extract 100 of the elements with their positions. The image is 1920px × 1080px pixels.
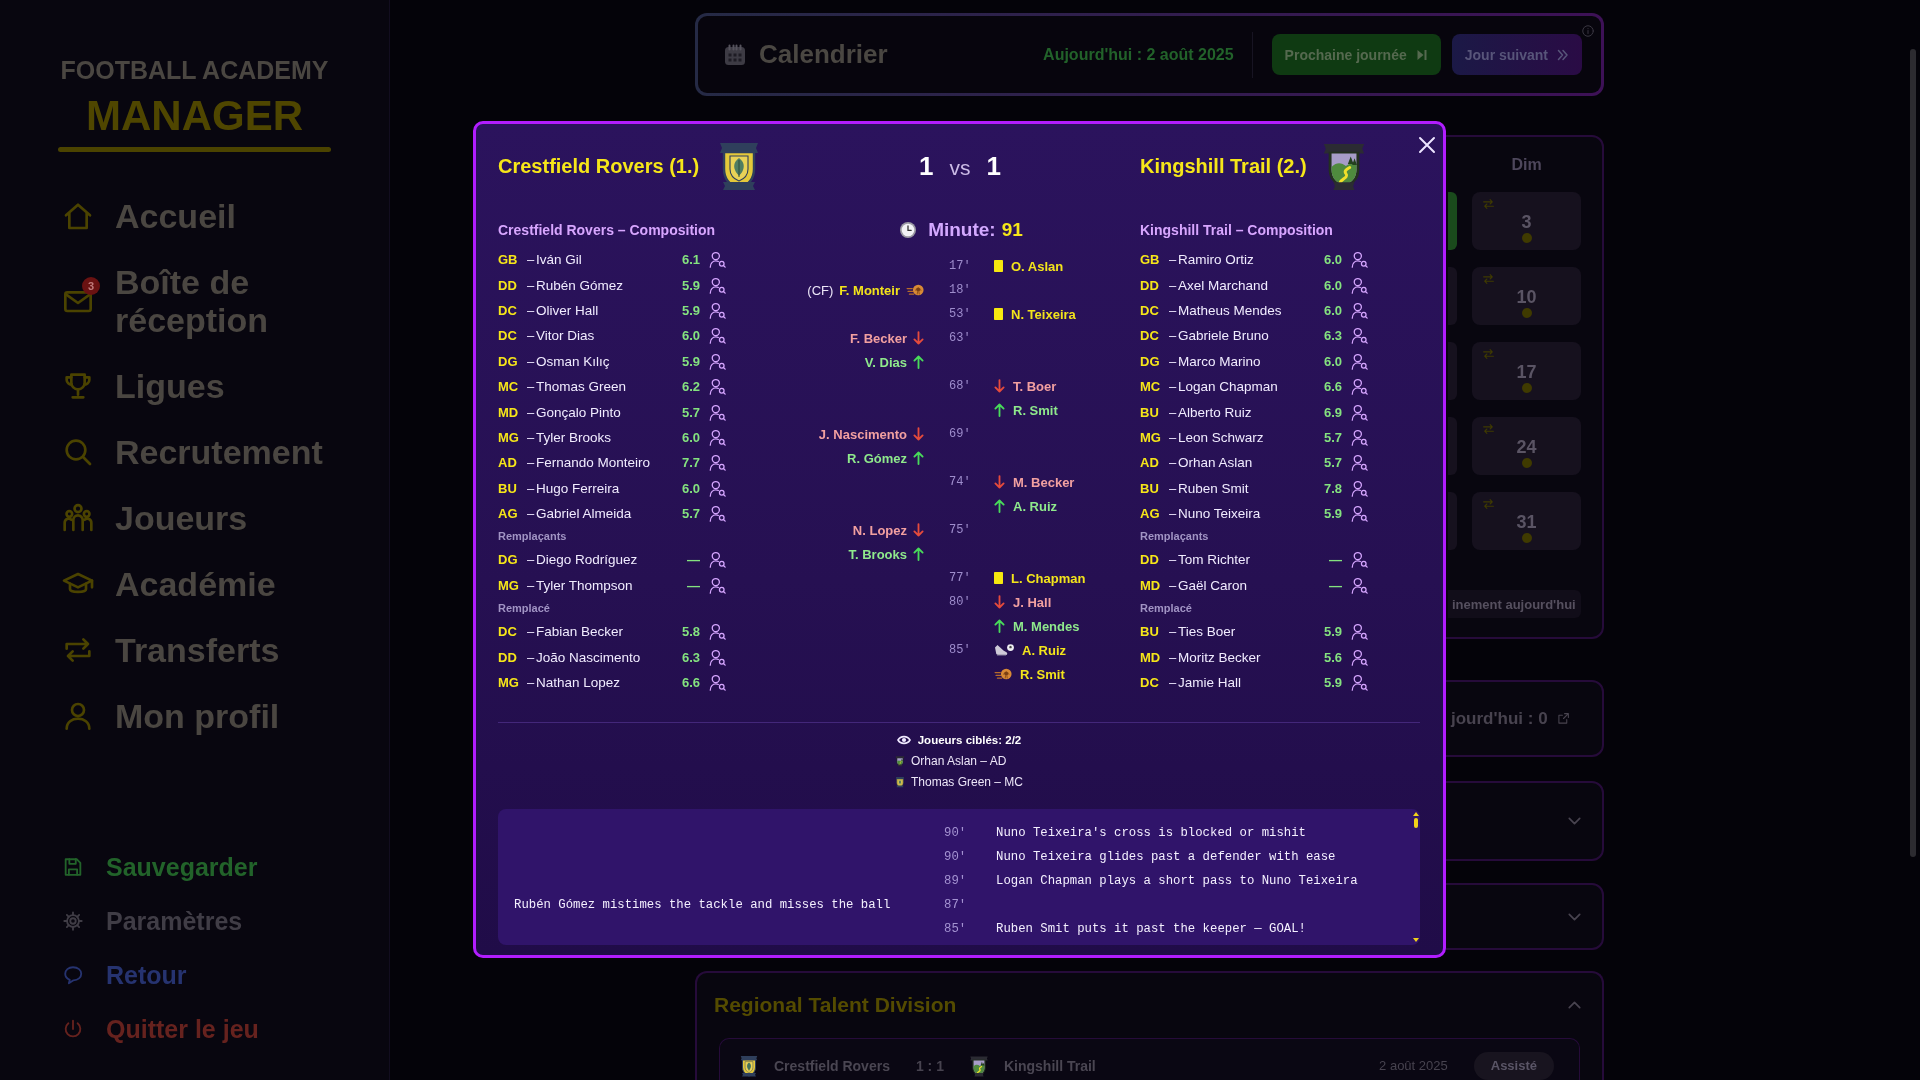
separator: – (527, 277, 536, 293)
nav-item[interactable]: Recrutement (58, 419, 330, 485)
trophy-icon (62, 370, 94, 402)
person-search-icon[interactable] (709, 551, 726, 569)
separator: – (527, 455, 536, 471)
day-number: 31 (1516, 513, 1537, 531)
player-name: Marco Marino (1178, 353, 1262, 369)
person-search-icon[interactable] (1351, 551, 1368, 569)
close-button[interactable] (1418, 136, 1436, 154)
person-search-icon[interactable] (709, 276, 726, 294)
person-search-icon[interactable] (709, 576, 726, 594)
nav-item[interactable]: Joueurs (58, 485, 330, 551)
person-search-icon[interactable] (709, 674, 726, 692)
player-rating: 5.7 (1322, 429, 1342, 445)
person-search-icon[interactable] (709, 301, 726, 319)
menu-link[interactable]: Paramètres (58, 894, 243, 948)
event-player: J. Nascimento (818, 426, 907, 442)
event-player: L. Chapman (1011, 570, 1086, 586)
person-search-icon[interactable] (1351, 454, 1368, 472)
training-button[interactable]: inement aujourd'hui (1448, 590, 1581, 618)
player-rating: 6.3 (1322, 328, 1342, 344)
nav-item[interactable]: Mon profil (58, 683, 330, 749)
player-rating: 5.7 (680, 506, 700, 522)
person-search-icon[interactable] (1351, 276, 1368, 294)
separator: – (1169, 649, 1178, 665)
menu-link[interactable]: Retour (58, 948, 187, 1002)
person-search-icon[interactable] (1351, 479, 1368, 497)
player-position: DG (498, 552, 519, 568)
team-name: Crestfield Rovers (774, 1057, 890, 1076)
event-player: M. Mendes (1013, 618, 1080, 634)
person-search-icon[interactable] (1351, 576, 1368, 594)
event-minute: 69' (948, 427, 972, 441)
person-search-icon[interactable] (1351, 505, 1368, 523)
player-position: DD (498, 649, 518, 665)
person-search-icon[interactable] (709, 327, 726, 345)
day-tile[interactable] (1448, 192, 1457, 250)
player-name: Jamie Hall (1178, 675, 1243, 691)
nav-item[interactable]: Transferts (58, 617, 330, 683)
person-search-icon[interactable] (1351, 648, 1368, 666)
nav-item[interactable]: 3 Boîte de réception (58, 249, 330, 353)
nav-item[interactable]: Accueil (58, 183, 330, 249)
person-search-icon[interactable] (1351, 251, 1368, 269)
person-search-icon[interactable] (1351, 378, 1368, 396)
menu-link[interactable]: Sauvegarder (58, 840, 258, 894)
event-minute: 80' (948, 595, 972, 609)
people-icon (62, 502, 94, 534)
person-search-icon[interactable] (709, 378, 726, 396)
person-search-icon[interactable] (1351, 403, 1368, 421)
arrow-up-icon (994, 403, 1005, 417)
event-minute: 77' (948, 571, 972, 585)
person-search-icon[interactable] (709, 352, 726, 370)
day-tile[interactable]: 17 (1472, 342, 1581, 400)
player-rating: — (1328, 577, 1342, 593)
day-tile[interactable]: 10 (1472, 267, 1581, 325)
targeted-player: Thomas Green – MC (910, 774, 1023, 789)
day-tile[interactable]: 31 (1472, 492, 1581, 550)
menu-link[interactable]: Quitter le jeu (58, 1002, 259, 1056)
person-search-icon[interactable] (709, 454, 726, 472)
player-name: Orhan Aslan (1178, 455, 1254, 471)
swap-arrows-icon (1482, 198, 1495, 210)
person-search-icon[interactable] (709, 479, 726, 497)
event-dot-icon (1521, 458, 1532, 468)
player-name: Gabriele Bruno (1178, 328, 1270, 344)
person-search-icon[interactable] (709, 648, 726, 666)
player-position: MD (1140, 649, 1162, 665)
separator: – (1169, 455, 1178, 471)
person-search-icon[interactable] (1351, 623, 1368, 641)
person-search-icon[interactable] (709, 505, 726, 523)
next-matchday-button[interactable]: Prochaine journée (1271, 34, 1441, 75)
person-search-icon[interactable] (709, 428, 726, 446)
person-search-icon[interactable] (709, 403, 726, 421)
arrow-down-icon (994, 595, 1005, 609)
person-search-icon[interactable] (1351, 327, 1368, 345)
nav-item[interactable]: Ligues (58, 353, 330, 419)
person-search-icon[interactable] (1351, 428, 1368, 446)
crest-icon (894, 754, 905, 767)
person-search-icon[interactable] (1351, 674, 1368, 692)
event-minute: 17' (948, 259, 972, 273)
player-name: Thomas Green (536, 379, 628, 395)
day-number: 10 (1516, 288, 1537, 306)
separator: – (527, 649, 536, 665)
player-rating: — (1328, 552, 1342, 568)
player-position: BU (1140, 404, 1160, 420)
day-tile[interactable]: 3 (1472, 192, 1581, 250)
event-dot-icon (1521, 383, 1532, 393)
nav-item[interactable]: Académie (58, 551, 330, 617)
arrow-up-icon (913, 547, 924, 561)
match-card[interactable]: Crestfield Rovers 1 : 1 Kingshill Trail 2 août 2025 Assisté (719, 1038, 1580, 1080)
player-rating: 5.9 (680, 353, 700, 369)
person-search-icon[interactable] (709, 251, 726, 269)
separator: – (527, 302, 536, 318)
next-day-button[interactable]: Jour suivant (1451, 34, 1582, 75)
separator: – (527, 379, 536, 395)
person-search-icon[interactable] (1351, 301, 1368, 319)
person-search-icon[interactable] (709, 623, 726, 641)
logo-title: FOOTBALL ACADEMY (60, 55, 329, 85)
day-tile[interactable]: 24 (1472, 417, 1581, 475)
scrollbar[interactable] (1413, 812, 1419, 942)
person-search-icon[interactable] (1351, 352, 1368, 370)
scrollbar-thumb[interactable] (1910, 49, 1916, 857)
